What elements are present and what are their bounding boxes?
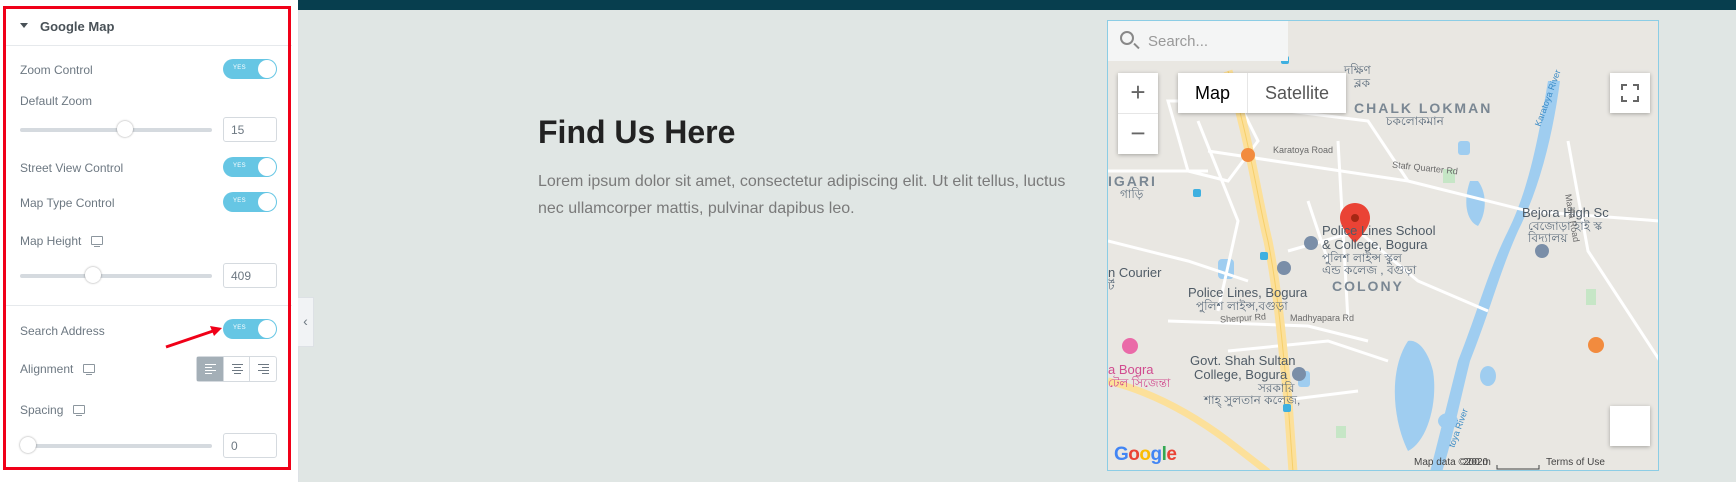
map-type-control-toggle[interactable]: YES bbox=[223, 192, 277, 212]
map-label: দক্ষিণ bbox=[1344, 63, 1371, 77]
toggle-text: YES bbox=[233, 325, 246, 331]
map-label: COLONY bbox=[1332, 278, 1404, 294]
map-label: Karatoya Road bbox=[1273, 145, 1334, 155]
map-label: শাহ্ সুলতান কলেজ, bbox=[1204, 393, 1301, 407]
map-label: & College, Bogura bbox=[1322, 237, 1428, 252]
map-height-input[interactable]: 409 bbox=[223, 263, 277, 288]
align-right-icon bbox=[258, 364, 270, 376]
map-type-control: Map Satellite bbox=[1178, 73, 1347, 113]
map-label: চকলোকমান bbox=[1386, 114, 1444, 128]
collapse-panel-button[interactable]: ‹ bbox=[298, 297, 314, 347]
default-zoom-slider[interactable] bbox=[20, 121, 212, 137]
map-type-map-button[interactable]: Map bbox=[1178, 73, 1249, 113]
desktop-icon[interactable] bbox=[83, 364, 96, 376]
spacing-label: Spacing bbox=[20, 403, 86, 417]
toggle-knob bbox=[258, 60, 276, 78]
section-divider bbox=[6, 305, 292, 306]
toggle-knob bbox=[258, 193, 276, 211]
toggle-knob bbox=[258, 320, 276, 338]
google-map-section: Google Map Zoom Control YES Default Zoom… bbox=[0, 0, 298, 482]
alignment-text: Alignment bbox=[20, 362, 74, 376]
map-label: বিদ্যালয় bbox=[1528, 231, 1568, 245]
search-icon bbox=[1120, 31, 1134, 45]
map-label: CHALK LOKMAN bbox=[1354, 100, 1493, 116]
map-label: ৰ্ট bbox=[1108, 279, 1115, 293]
toggle-text: YES bbox=[233, 198, 246, 204]
map-label: IGARI bbox=[1108, 173, 1157, 189]
google-map[interactable]: CHALK LOKMAN চকলোকমান COLONY Police Line… bbox=[1107, 20, 1659, 471]
map-label: College, Bogura bbox=[1194, 367, 1288, 382]
toggle-knob bbox=[258, 158, 276, 176]
editor-panel: Google Map Zoom Control YES Default Zoom… bbox=[0, 0, 299, 482]
map-type-control-label: Map Type Control bbox=[20, 196, 115, 210]
zoom-control-toggle[interactable]: YES bbox=[223, 59, 277, 79]
zoom-out-button[interactable]: − bbox=[1118, 113, 1158, 154]
map-label: এন্ড কলেজ , বগুড়া bbox=[1322, 263, 1417, 277]
map-label: Madhyapara Rd bbox=[1290, 313, 1355, 323]
map-scale-label: 200 m bbox=[1463, 457, 1491, 468]
slider-thumb[interactable] bbox=[116, 121, 133, 137]
red-arrow-icon bbox=[165, 326, 222, 349]
caret-down-icon bbox=[20, 23, 28, 28]
default-zoom-input[interactable]: 15 bbox=[223, 117, 277, 142]
terms-of-use-link[interactable]: Terms of Use bbox=[1546, 457, 1605, 468]
section-title: Google Map bbox=[40, 19, 115, 34]
map-height-text: Map Height bbox=[20, 234, 82, 248]
spacing-input[interactable]: 0 bbox=[223, 433, 277, 458]
spacing-text: Spacing bbox=[20, 403, 64, 417]
fullscreen-button[interactable] bbox=[1610, 73, 1650, 113]
street-view-pegman[interactable] bbox=[1610, 406, 1650, 446]
spacing-slider[interactable] bbox=[20, 437, 212, 453]
map-search-bar[interactable]: Search... bbox=[1108, 21, 1288, 61]
street-view-control-label: Street View Control bbox=[20, 161, 124, 175]
map-label: a Bogra bbox=[1108, 362, 1154, 377]
section-header[interactable]: Google Map bbox=[6, 9, 292, 46]
zoom-control: + − bbox=[1118, 73, 1158, 154]
street-view-control-toggle[interactable]: YES bbox=[223, 157, 277, 177]
desktop-icon[interactable] bbox=[91, 236, 104, 248]
map-label: Govt. Shah Sultan bbox=[1190, 353, 1296, 368]
search-address-label: Search Address bbox=[20, 324, 105, 338]
desktop-icon[interactable] bbox=[73, 405, 86, 417]
map-label: Police Lines, Bogura bbox=[1188, 285, 1308, 300]
align-left-icon bbox=[205, 364, 216, 376]
top-bar bbox=[298, 0, 1736, 10]
align-right-button[interactable] bbox=[250, 357, 276, 381]
zoom-in-button[interactable]: + bbox=[1118, 73, 1158, 113]
section-paragraph: Lorem ipsum dolor sit amet, consectetur … bbox=[538, 173, 1066, 217]
align-left-button[interactable] bbox=[197, 357, 224, 381]
map-height-label: Map Height bbox=[20, 234, 104, 248]
map-label: ব্লক bbox=[1354, 76, 1371, 90]
align-center-icon bbox=[231, 364, 243, 376]
alignment-label: Alignment bbox=[20, 362, 96, 376]
fullscreen-icon bbox=[1621, 84, 1639, 102]
slider-thumb[interactable] bbox=[20, 437, 36, 453]
map-type-satellite-button[interactable]: Satellite bbox=[1248, 73, 1346, 113]
align-center-button[interactable] bbox=[224, 357, 251, 381]
map-label: n Courier bbox=[1108, 265, 1162, 280]
map-label: টেল সিজেন্তা bbox=[1108, 376, 1171, 390]
default-zoom-label: Default Zoom bbox=[20, 94, 93, 108]
google-logo: Google bbox=[1114, 444, 1177, 465]
slider-thumb[interactable] bbox=[85, 267, 102, 283]
zoom-control-label: Zoom Control bbox=[20, 63, 93, 77]
map-label: গাড়ি bbox=[1120, 187, 1144, 201]
alignment-choices bbox=[196, 356, 277, 382]
map-label: Police Lines School bbox=[1322, 223, 1436, 238]
search-address-toggle[interactable]: YES bbox=[223, 319, 277, 339]
map-search-input[interactable]: Search... bbox=[1148, 33, 1208, 50]
toggle-text: YES bbox=[233, 163, 246, 169]
section-heading: Find Us Here bbox=[538, 114, 736, 150]
toggle-text: YES bbox=[233, 65, 246, 71]
map-height-slider[interactable] bbox=[20, 267, 212, 283]
